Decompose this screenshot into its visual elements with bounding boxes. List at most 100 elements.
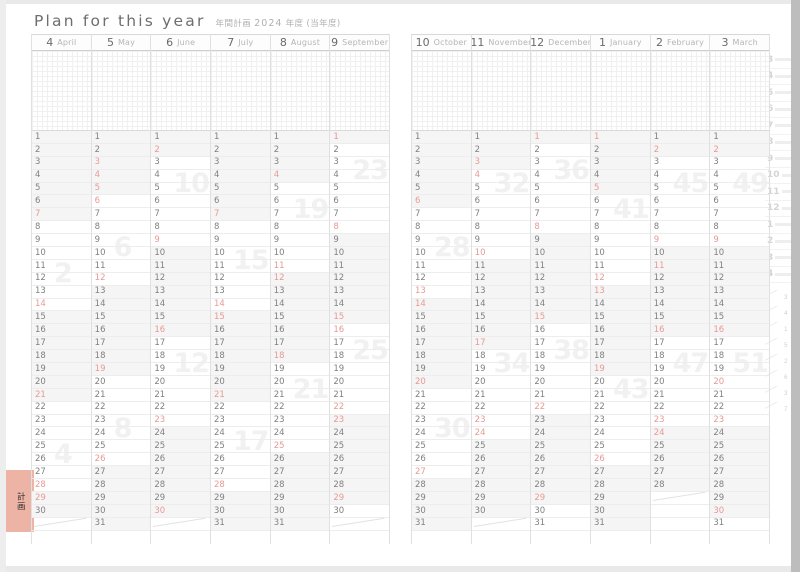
day-row[interactable]: 21 [211, 389, 270, 402]
day-row[interactable]: 17 [651, 337, 710, 350]
month-note-grid[interactable] [412, 51, 471, 131]
day-row[interactable]: 2 [412, 144, 471, 157]
day-row[interactable]: 10 [710, 247, 769, 260]
day-row[interactable]: 4 [32, 170, 91, 183]
day-row[interactable]: 10 [531, 247, 590, 260]
day-row[interactable]: 5 [211, 183, 270, 196]
day-row[interactable]: 30 [330, 505, 389, 518]
day-row[interactable]: 19 [151, 363, 210, 376]
month-header[interactable]: 7July [211, 34, 270, 51]
day-row[interactable]: 4 [591, 170, 650, 183]
day-row[interactable]: 26 [211, 453, 270, 466]
day-row[interactable]: 23 [92, 415, 151, 428]
day-row[interactable]: 22 [211, 402, 270, 415]
day-row[interactable]: 4 [271, 170, 330, 183]
day-row[interactable]: 1 [151, 131, 210, 144]
day-row[interactable]: 16 [651, 324, 710, 337]
day-row[interactable]: 16 [531, 324, 590, 337]
day-row[interactable]: 2 [710, 144, 769, 157]
day-row[interactable]: 9 [591, 234, 650, 247]
day-row[interactable]: 27 [92, 466, 151, 479]
day-row[interactable]: 11 [271, 260, 330, 273]
day-row[interactable]: 22 [32, 402, 91, 415]
day-row[interactable]: 11 [412, 260, 471, 273]
day-row[interactable]: 5 [271, 183, 330, 196]
day-row[interactable]: 11 [151, 260, 210, 273]
day-row[interactable]: 26 [330, 453, 389, 466]
day-row[interactable]: 19 [32, 363, 91, 376]
day-row[interactable]: 3 [92, 157, 151, 170]
day-row[interactable]: 11 [92, 260, 151, 273]
day-row[interactable]: 17 [330, 337, 389, 350]
day-row[interactable]: 26 [591, 453, 650, 466]
day-row[interactable]: 27 [330, 466, 389, 479]
day-row[interactable]: 31 [211, 518, 270, 531]
day-row[interactable]: 7 [330, 208, 389, 221]
day-row[interactable]: 28 [472, 479, 531, 492]
day-row[interactable]: 31 [412, 518, 471, 531]
day-row[interactable]: 17 [92, 337, 151, 350]
day-row[interactable]: 27 [651, 466, 710, 479]
day-row[interactable]: 13 [412, 286, 471, 299]
day-row[interactable]: 13 [32, 286, 91, 299]
day-row[interactable]: 15 [472, 311, 531, 324]
day-row[interactable]: 16 [330, 324, 389, 337]
day-row[interactable]: 7 [472, 208, 531, 221]
day-row[interactable]: 16 [412, 324, 471, 337]
day-row[interactable]: 5 [651, 183, 710, 196]
day-row[interactable]: 24 [271, 427, 330, 440]
day-row[interactable]: 1 [92, 131, 151, 144]
day-row[interactable]: 8 [92, 221, 151, 234]
month-note-grid[interactable] [151, 51, 210, 131]
day-row[interactable]: 17 [151, 337, 210, 350]
day-row[interactable]: 12 [591, 273, 650, 286]
day-row[interactable]: 27 [472, 466, 531, 479]
day-row[interactable]: 28 [651, 479, 710, 492]
day-row[interactable]: 31 [531, 518, 590, 531]
day-row[interactable]: 28 [330, 479, 389, 492]
day-row[interactable]: 6 [32, 195, 91, 208]
day-row[interactable]: 24 [330, 427, 389, 440]
day-row[interactable]: 3 [710, 157, 769, 170]
day-row[interactable]: 4 [330, 170, 389, 183]
day-row[interactable]: 14 [651, 299, 710, 312]
day-row[interactable]: 19 [211, 363, 270, 376]
day-row[interactable]: 21 [32, 389, 91, 402]
day-row[interactable]: 25 [32, 440, 91, 453]
day-row[interactable]: 26 [92, 453, 151, 466]
day-row[interactable]: 9 [92, 234, 151, 247]
day-row[interactable]: 20 [651, 376, 710, 389]
day-row[interactable]: 29 [412, 492, 471, 505]
day-row[interactable]: 25 [531, 440, 590, 453]
day-row[interactable]: 16 [32, 324, 91, 337]
day-row[interactable]: 8 [651, 221, 710, 234]
day-row[interactable]: 13 [531, 286, 590, 299]
day-row[interactable]: 21 [330, 389, 389, 402]
day-row[interactable]: 9 [211, 234, 270, 247]
day-row[interactable]: 22 [330, 402, 389, 415]
day-row[interactable]: 26 [651, 453, 710, 466]
day-row[interactable]: 13 [651, 286, 710, 299]
day-row[interactable]: 29 [271, 492, 330, 505]
day-row[interactable]: 30 [32, 505, 91, 518]
month-header[interactable]: 11November [472, 34, 531, 51]
month-header[interactable]: 9September [330, 34, 389, 51]
day-row[interactable]: 28 [151, 479, 210, 492]
day-row[interactable]: 19 [531, 363, 590, 376]
day-row[interactable]: 29 [591, 492, 650, 505]
day-row[interactable] [651, 492, 710, 505]
day-row[interactable]: 11 [211, 260, 270, 273]
day-row[interactable]: 28 [32, 479, 91, 492]
day-row[interactable]: 18 [412, 350, 471, 363]
day-row[interactable]: 8 [330, 221, 389, 234]
month-note-grid[interactable] [651, 51, 710, 131]
day-row[interactable]: 13 [472, 286, 531, 299]
day-row[interactable]: 15 [32, 311, 91, 324]
day-row[interactable]: 29 [531, 492, 590, 505]
day-row[interactable]: 18 [330, 350, 389, 363]
month-header[interactable]: 5May [92, 34, 151, 51]
day-row[interactable]: 12 [151, 273, 210, 286]
day-row[interactable]: 21 [472, 389, 531, 402]
day-row[interactable]: 29 [472, 492, 531, 505]
day-row[interactable]: 18 [211, 350, 270, 363]
